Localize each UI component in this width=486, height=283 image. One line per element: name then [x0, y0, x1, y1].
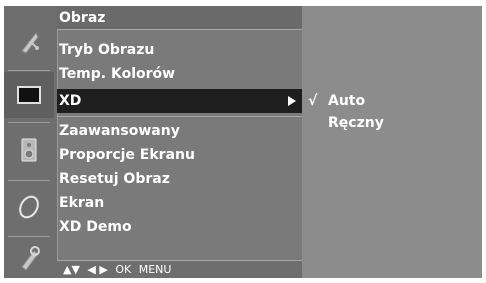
menu-separator: [57, 116, 302, 117]
time-category[interactable]: [4, 182, 54, 232]
submenu-item-reczny[interactable]: Ręczny: [302, 112, 482, 134]
submenu-item-auto-label: Auto: [328, 93, 366, 109]
menu-item-zaawansowany[interactable]: Zaawansowany: [57, 119, 302, 143]
satellite-category[interactable]: [4, 20, 54, 64]
category-icon-column: [4, 6, 54, 278]
icon-divider: [8, 70, 50, 71]
menu-item-tryb-obrazu[interactable]: Tryb Obrazu: [57, 38, 302, 62]
icon-divider: [8, 236, 50, 237]
icon-divider: [8, 180, 50, 181]
menu-item-resetuj-obraz[interactable]: Resetuj Obraz: [57, 167, 302, 191]
option-category[interactable]: [4, 238, 54, 278]
audio-category[interactable]: [4, 124, 54, 176]
menu-item-temp-kolorow[interactable]: Temp. Kolorów: [57, 62, 302, 86]
menu-hint: MENU: [138, 263, 172, 276]
check-icon: √: [308, 93, 318, 109]
tv-screen-icon: [17, 86, 41, 104]
gear-icon: [21, 246, 40, 271]
submenu-item-reczny-label: Ręczny: [328, 115, 384, 131]
speaker-icon: [21, 138, 37, 162]
menu-item-xd-demo[interactable]: XD Demo: [57, 215, 302, 239]
picture-menu: Obraz Tryb Obrazu Temp. Kolorów XD Zaawa…: [57, 6, 302, 278]
ok-hint: OK: [115, 263, 132, 276]
menu-item-xd-label: XD: [59, 93, 82, 109]
icon-divider: [8, 122, 50, 123]
picture-category[interactable]: [4, 72, 54, 118]
menu-item-xd[interactable]: XD: [57, 89, 302, 113]
satellite-dish-icon: [21, 32, 39, 54]
nav-leftright-hint: ◀ ▶: [87, 263, 108, 276]
menu-item-ekran[interactable]: Ekran: [57, 191, 302, 215]
menu-title: Obraz: [57, 6, 302, 30]
submenu-arrow-icon: [288, 96, 296, 106]
menu-item-proporcje-ekranu[interactable]: Proporcje Ekranu: [57, 143, 302, 167]
nav-updown-hint: ▲▼: [63, 263, 80, 276]
tv-osd: Obraz Tryb Obrazu Temp. Kolorów XD Zaawa…: [4, 6, 482, 278]
submenu-item-auto[interactable]: √ Auto: [302, 90, 482, 112]
xd-submenu: √ Auto Ręczny: [302, 6, 482, 278]
menu-footer-hints: ▲▼ ◀ ▶ OK MENU: [57, 260, 302, 278]
clock-icon: [19, 195, 39, 219]
